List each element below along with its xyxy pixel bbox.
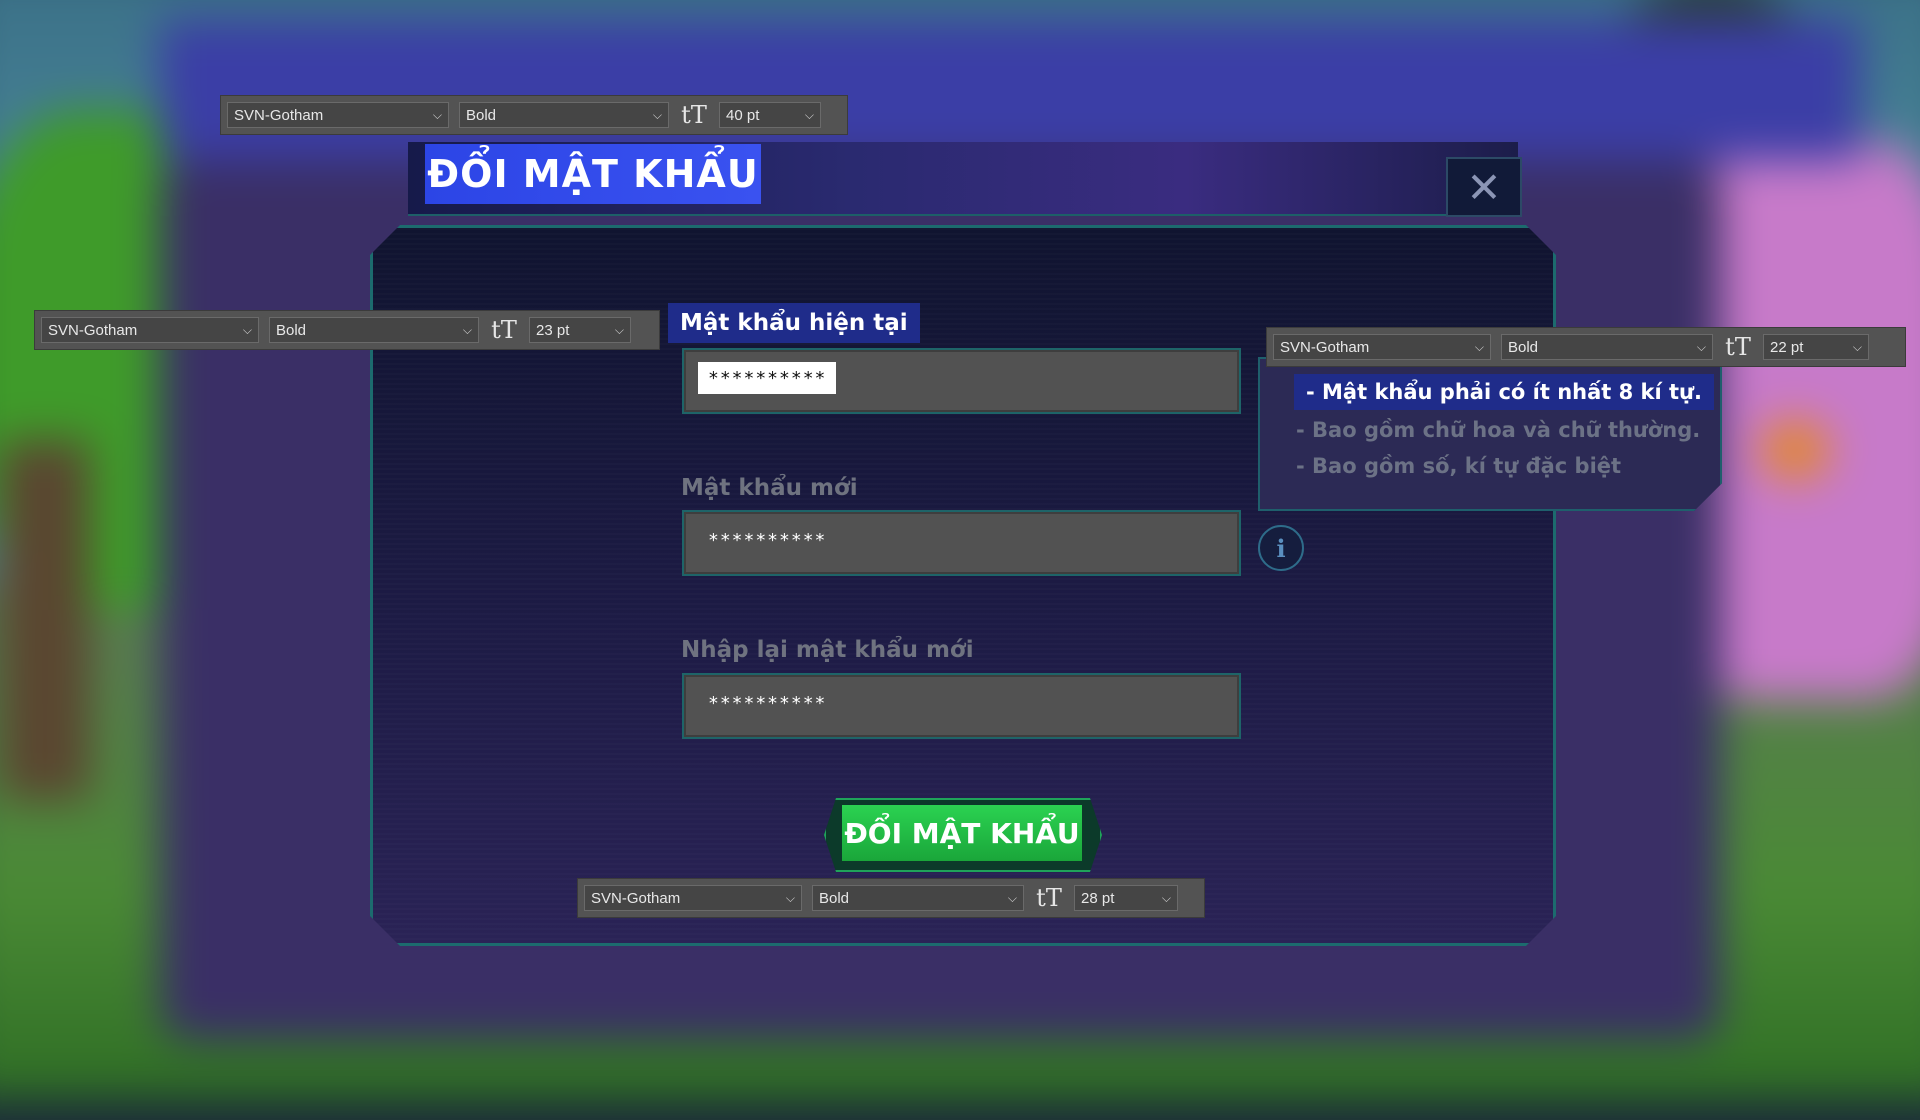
text-size-icon: tT (491, 316, 517, 344)
new-password-input[interactable]: ********** (682, 510, 1241, 576)
font-family-select[interactable]: SVN-Gotham ⌵ (584, 885, 802, 911)
chevron-down-icon: ⌵ (614, 322, 624, 337)
confirm-password-label: Nhập lại mật khẩu mới (681, 637, 974, 663)
text-size-icon: tT (1036, 884, 1062, 912)
font-weight-select[interactable]: Bold ⌵ (1501, 334, 1713, 360)
info-icon[interactable]: i (1258, 525, 1304, 571)
chevron-down-icon: ⌵ (1852, 339, 1862, 354)
confirm-password-input[interactable]: ********** (682, 673, 1241, 739)
requirement-case: - Bao gồm chữ hoa và chữ thường. (1296, 418, 1701, 442)
font-size-select[interactable]: 28 pt ⌵ (1074, 885, 1178, 911)
confirm-password-value: ********** (708, 692, 827, 714)
new-password-label: Mật khẩu mới (681, 475, 858, 501)
chevron-down-icon: ⌵ (804, 107, 814, 122)
requirement-min-length: - Mật khẩu phải có ít nhất 8 kí tự. (1294, 374, 1714, 410)
font-family-select[interactable]: SVN-Gotham ⌵ (227, 102, 449, 128)
font-toolbar-button: SVN-Gotham ⌵ Bold ⌵ tT 28 pt ⌵ (577, 878, 1205, 918)
chevron-down-icon: ⌵ (1696, 339, 1706, 354)
close-icon: ✕ (1466, 162, 1502, 212)
change-password-submit-button[interactable]: ĐỔI MẬT KHẨU (842, 805, 1082, 861)
current-password-input[interactable]: ********** (682, 348, 1241, 414)
requirement-special: - Bao gồm số, kí tự đặc biệt (1296, 454, 1622, 478)
dialog-title: ĐỔI MẬT KHẨU (425, 144, 761, 204)
current-password-value: ********** (698, 362, 837, 394)
current-password-label: Mật khẩu hiện tại (668, 303, 920, 343)
font-family-select[interactable]: SVN-Gotham ⌵ (41, 317, 259, 343)
chevron-down-icon: ⌵ (785, 890, 795, 905)
close-button[interactable]: ✕ (1446, 157, 1522, 217)
font-weight-select[interactable]: Bold ⌵ (812, 885, 1024, 911)
font-family-select[interactable]: SVN-Gotham ⌵ (1273, 334, 1491, 360)
text-size-icon: tT (681, 101, 707, 129)
font-size-select[interactable]: 23 pt ⌵ (529, 317, 631, 343)
chevron-down-icon: ⌵ (462, 322, 472, 337)
font-toolbar-labels: SVN-Gotham ⌵ Bold ⌵ tT 23 pt ⌵ (34, 310, 660, 350)
chevron-down-icon: ⌵ (1007, 890, 1017, 905)
chevron-down-icon: ⌵ (652, 107, 662, 122)
chevron-down-icon: ⌵ (1474, 339, 1484, 354)
font-toolbar-requirements: SVN-Gotham ⌵ Bold ⌵ tT 22 pt ⌵ (1266, 327, 1906, 367)
font-size-select[interactable]: 22 pt ⌵ (1763, 334, 1869, 360)
new-password-value: ********** (708, 529, 827, 551)
font-weight-select[interactable]: Bold ⌵ (269, 317, 479, 343)
chevron-down-icon: ⌵ (1161, 890, 1171, 905)
font-toolbar-title: SVN-Gotham ⌵ Bold ⌵ tT 40 pt ⌵ (220, 95, 848, 135)
chevron-down-icon: ⌵ (242, 322, 252, 337)
font-weight-select[interactable]: Bold ⌵ (459, 102, 669, 128)
chevron-down-icon: ⌵ (432, 107, 442, 122)
text-size-icon: tT (1725, 333, 1751, 361)
font-size-select[interactable]: 40 pt ⌵ (719, 102, 821, 128)
